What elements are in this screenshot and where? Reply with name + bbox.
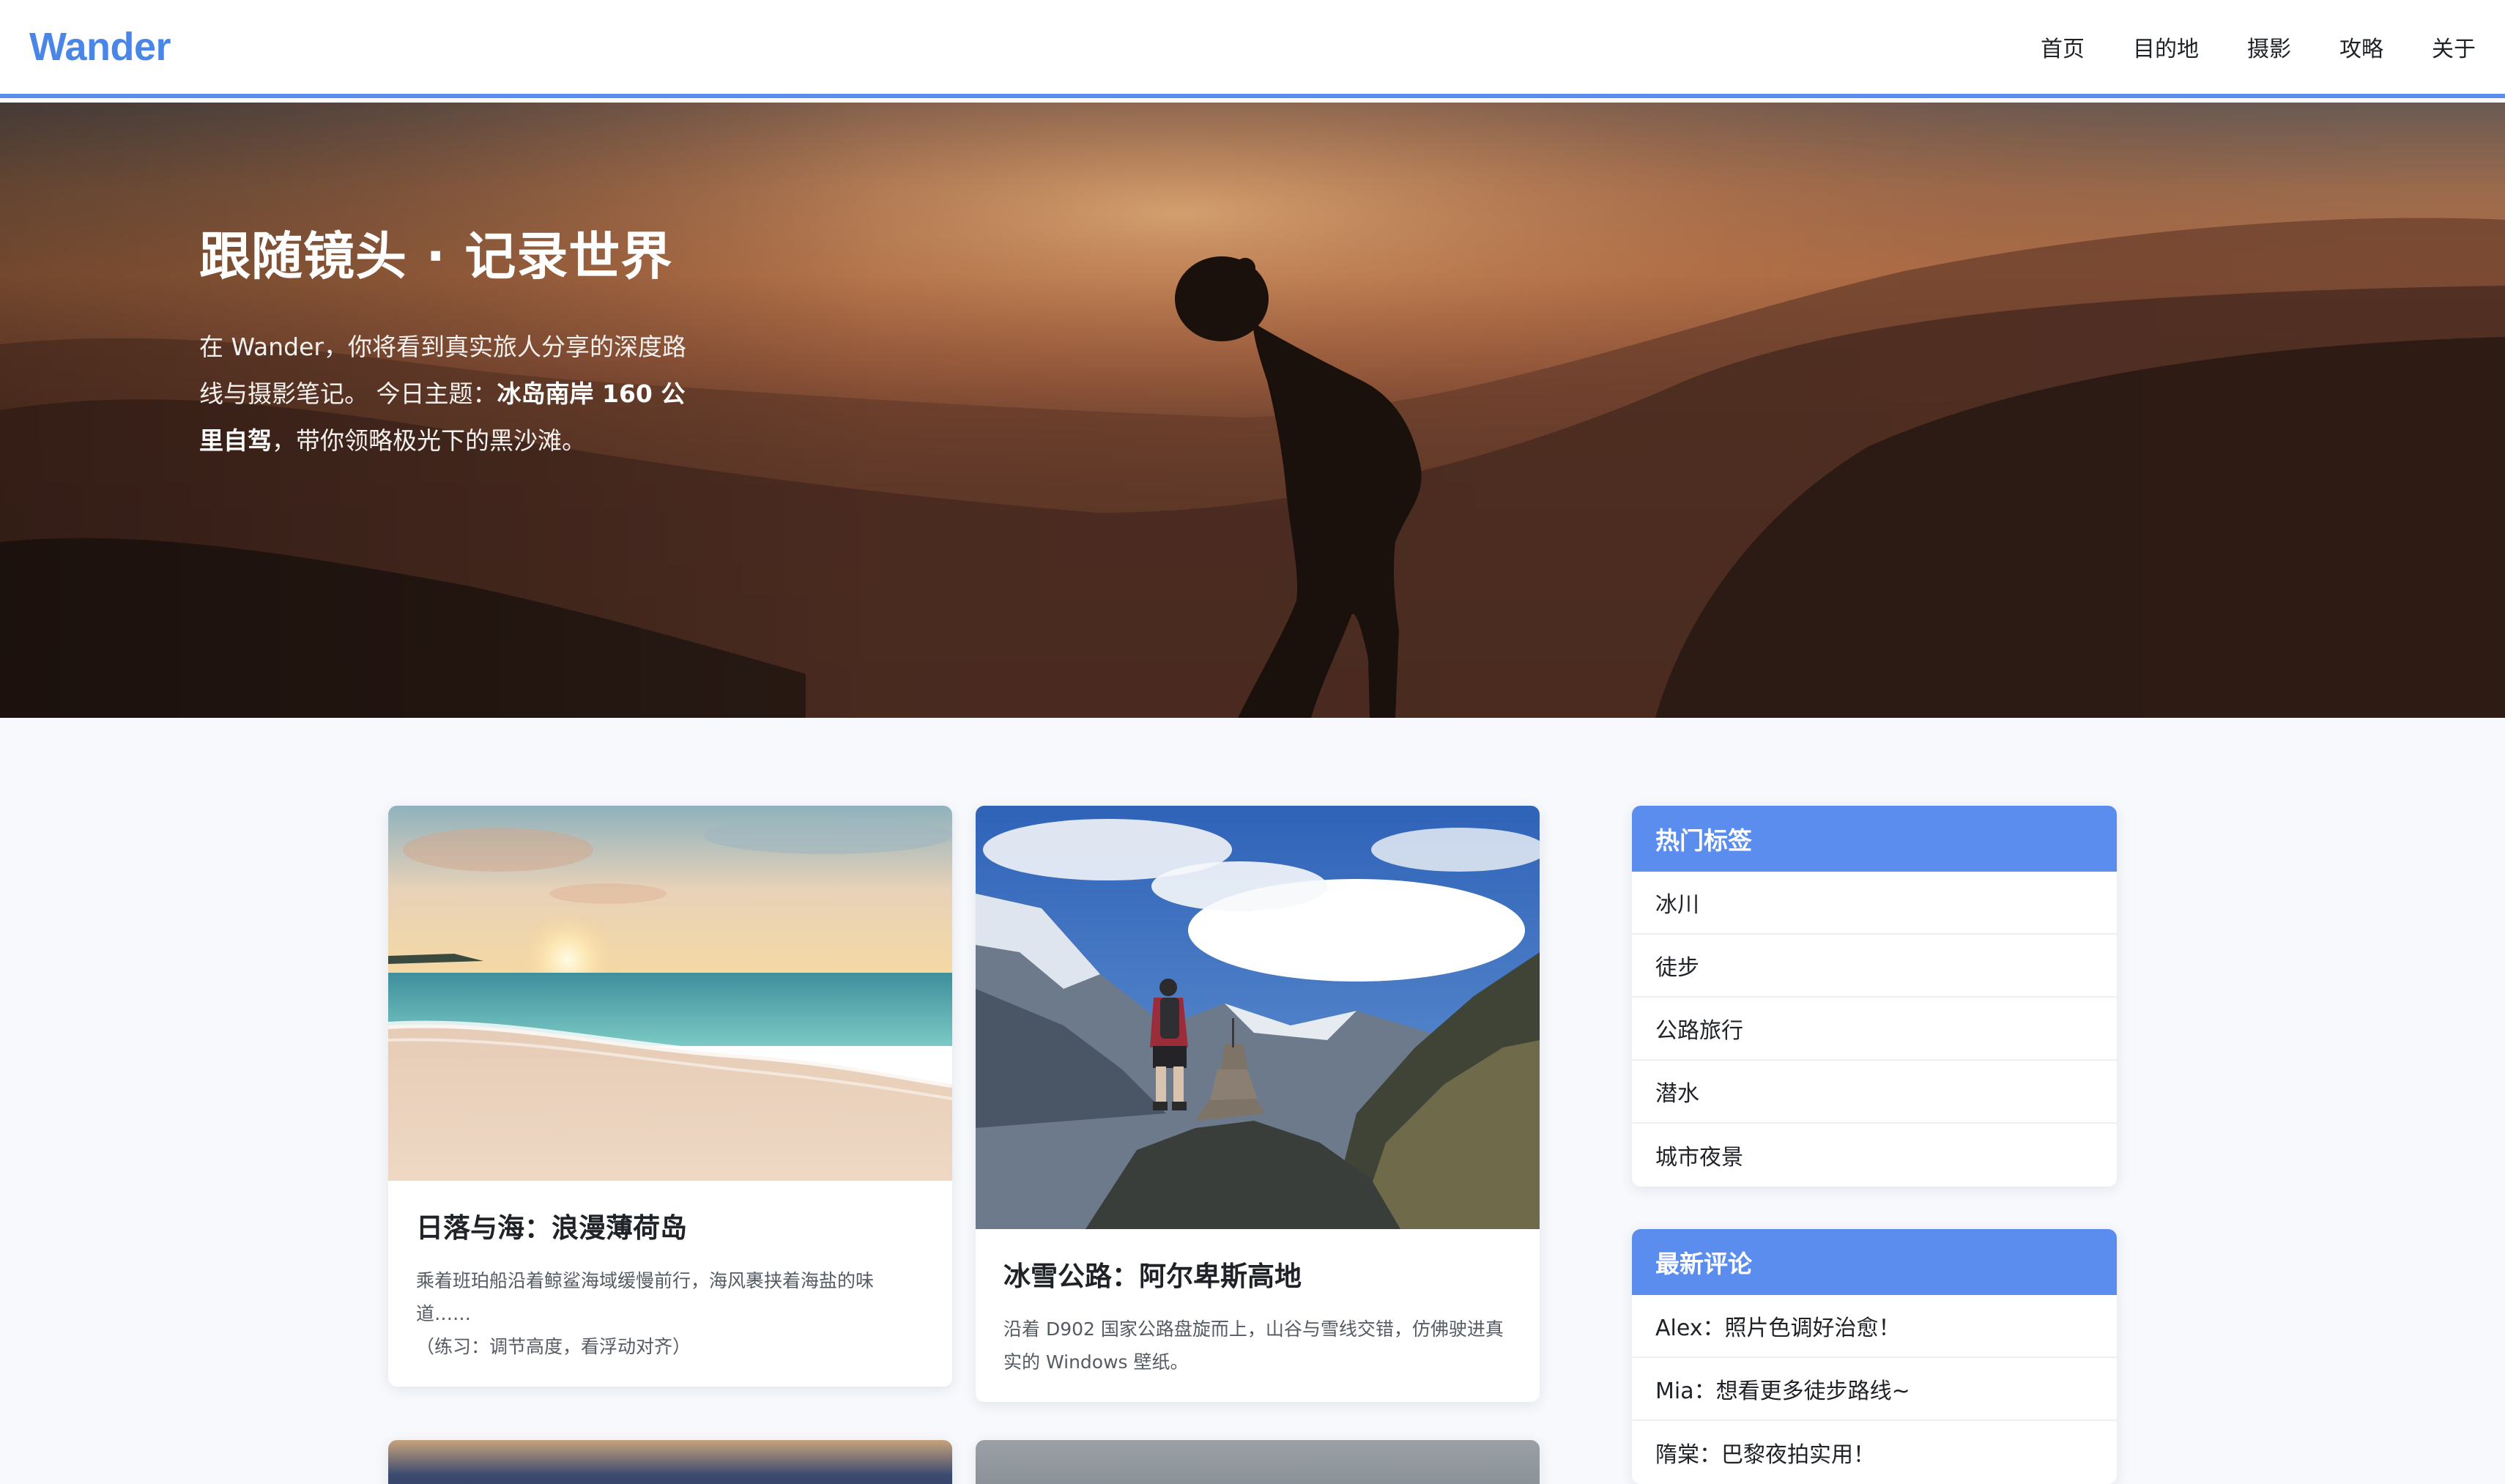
hero-desc-suffix: ，带你领略极光下的黑沙滩。 bbox=[272, 426, 586, 455]
main-nav: 首页 目的地 摄影 攻略 关于 bbox=[2041, 31, 2476, 63]
popular-tags-heading: 热门标签 bbox=[1632, 806, 2117, 872]
latest-comments-heading: 最新评论 bbox=[1632, 1229, 2117, 1295]
tag-item[interactable]: 潜水 bbox=[1632, 1061, 2117, 1124]
card-body: 冰雪公路：阿尔卑斯高地 沿着 D902 国家公路盘旋而上，山谷与雪线交错，仿佛驶… bbox=[976, 1229, 1540, 1402]
card-excerpt: 沿着 D902 国家公路盘旋而上，山谷与雪线交错，仿佛驶进真实的 Windows… bbox=[1003, 1318, 1504, 1373]
popular-tags-panel: 热门标签 冰川 徒步 公路旅行 潜水 城市夜景 bbox=[1632, 806, 2117, 1187]
nav-guides[interactable]: 攻略 bbox=[2339, 31, 2383, 63]
article-card-bohol[interactable]: 日落与海：浪漫薄荷岛 乘着班珀船沿着鲸鲨海域缓慢前行，海风裹挟着海盐的味道…… （… bbox=[388, 806, 952, 1387]
hero-banner: 跟随镜头 · 记录世界 在 Wander，你将看到真实旅人分享的深度路线与摄影笔… bbox=[0, 103, 2505, 718]
alpine-hiker-image[interactable] bbox=[976, 806, 1540, 1229]
article-card-alps[interactable]: 冰雪公路：阿尔卑斯高地 沿着 D902 国家公路盘旋而上，山谷与雪线交错，仿佛驶… bbox=[976, 806, 1540, 1402]
tag-item[interactable]: 徒步 bbox=[1632, 935, 2117, 998]
tag-item[interactable]: 冰川 bbox=[1632, 872, 2117, 935]
comment-item[interactable]: Mia：想看更多徒步路线~ bbox=[1632, 1358, 2117, 1421]
article-card-partial-right[interactable] bbox=[976, 1440, 1540, 1484]
top-navbar: Wander 首页 目的地 摄影 攻略 关于 bbox=[0, 0, 2505, 98]
brand-logo[interactable]: Wander bbox=[29, 24, 171, 70]
article-card-partial-left[interactable] bbox=[388, 1440, 952, 1484]
latest-comments-panel: 最新评论 Alex：照片色调好治愈！ Mia：想看更多徒步路线~ 隋棠：巴黎夜拍… bbox=[1632, 1229, 2117, 1484]
card-note: （练习：调节高度，看浮动对齐） bbox=[416, 1336, 691, 1357]
tag-item[interactable]: 公路旅行 bbox=[1632, 998, 2117, 1061]
card-excerpt: 乘着班珀船沿着鲸鲨海域缓慢前行，海风裹挟着海盐的味道…… （练习：调节高度，看浮动… bbox=[416, 1264, 924, 1363]
nav-destinations[interactable]: 目的地 bbox=[2133, 31, 2199, 63]
tag-item[interactable]: 城市夜景 bbox=[1632, 1124, 2117, 1187]
hero-title: 跟随镜头 · 记录世界 bbox=[199, 226, 673, 286]
nav-photography[interactable]: 摄影 bbox=[2247, 31, 2291, 63]
nav-home[interactable]: 首页 bbox=[2041, 31, 2085, 63]
comment-item[interactable]: 隋棠：巴黎夜拍实用！ bbox=[1632, 1421, 2117, 1484]
card-excerpt-text: 乘着班珀船沿着鲸鲨海域缓慢前行，海风裹挟着海盐的味道…… bbox=[416, 1270, 875, 1324]
nav-about[interactable]: 关于 bbox=[2432, 31, 2476, 63]
hero-description: 在 Wander，你将看到真实旅人分享的深度路线与摄影笔记。 今日主题：冰岛南岸… bbox=[199, 324, 697, 464]
comment-item[interactable]: Alex：照片色调好治愈！ bbox=[1632, 1295, 2117, 1358]
card-body: 日落与海：浪漫薄荷岛 乘着班珀船沿着鲸鲨海域缓慢前行，海风裹挟着海盐的味道…… （… bbox=[388, 1181, 952, 1387]
card-title[interactable]: 冰雪公路：阿尔卑斯高地 bbox=[1003, 1254, 1512, 1294]
card-title[interactable]: 日落与海：浪漫薄荷岛 bbox=[416, 1206, 924, 1245]
page: Wander 首页 目的地 摄影 攻略 关于 跟随镜头 · 记录世界 在 Wan… bbox=[0, 0, 2505, 1484]
hero-text-block: 跟随镜头 · 记录世界 在 Wander，你将看到真实旅人分享的深度路线与摄影笔… bbox=[199, 223, 697, 464]
beach-sunset-image[interactable] bbox=[388, 806, 952, 1181]
